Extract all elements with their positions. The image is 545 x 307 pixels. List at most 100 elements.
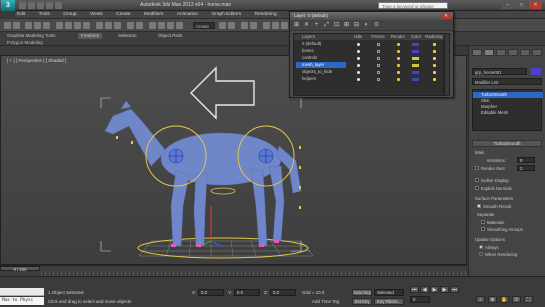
layer-hide-toggle[interactable] xyxy=(357,71,360,74)
column-hide[interactable]: Hide xyxy=(348,34,368,40)
object-color-swatch[interactable] xyxy=(531,68,541,75)
layer-radiosity-toggle[interactable] xyxy=(433,77,436,81)
key-mode-dropdown[interactable]: Selected xyxy=(374,289,404,296)
select-move-icon[interactable] xyxy=(96,22,103,29)
open-file-icon[interactable] xyxy=(28,2,35,9)
snap-toggle-icon[interactable] xyxy=(149,22,156,29)
z-coordinate-field[interactable]: 0.0 xyxy=(270,289,296,296)
new-file-icon[interactable] xyxy=(19,2,26,9)
unlink-icon[interactable] xyxy=(34,22,41,29)
layer-row[interactable]: controls xyxy=(294,55,445,61)
select-object-icon[interactable] xyxy=(56,22,63,29)
horse-mesh[interactable] xyxy=(104,100,302,247)
column-layers[interactable]: Layers xyxy=(296,34,346,40)
layer-radiosity-toggle[interactable] xyxy=(433,63,436,67)
utilities-tab-icon[interactable] xyxy=(532,49,542,56)
go-to-start-icon[interactable]: ⏮ xyxy=(410,286,419,293)
layer-row[interactable]: 0 (default) xyxy=(294,41,445,47)
pan-view-icon[interactable]: ✋ xyxy=(500,296,509,303)
layer-row[interactable]: helpers xyxy=(294,76,445,82)
tab-freeform[interactable]: Freeform xyxy=(78,33,103,39)
close-button[interactable]: ✕ xyxy=(529,1,542,9)
stack-item-editable-mesh[interactable]: Editable Mesh xyxy=(473,110,543,116)
save-file-icon[interactable] xyxy=(37,2,44,9)
layer-color-swatch[interactable] xyxy=(412,56,419,60)
highlight-selected-icon[interactable]: ⊡ xyxy=(333,22,340,29)
modifier-list-dropdown[interactable]: Modifier List xyxy=(472,78,542,85)
add-time-tag-button[interactable]: Add Time Tag xyxy=(312,299,339,304)
layer-render-toggle[interactable] xyxy=(397,42,400,46)
layer-render-toggle[interactable] xyxy=(397,70,400,74)
layer-radiosity-toggle[interactable] xyxy=(433,56,436,60)
when-rendering-radio[interactable] xyxy=(479,252,483,256)
layer-color-swatch[interactable] xyxy=(412,63,419,67)
search-input[interactable]: Type a keyword or phrase xyxy=(378,2,448,9)
select-highlighted-icon[interactable]: ⤢ xyxy=(323,22,330,29)
add-to-layer-icon[interactable]: + xyxy=(313,22,320,29)
manipulate-icon[interactable] xyxy=(136,22,143,29)
layer-properties-icon[interactable]: ◐ xyxy=(363,22,370,29)
render-iters-spinner[interactable]: 2 xyxy=(517,165,535,171)
orbit-icon[interactable]: ⟳ xyxy=(512,296,521,303)
menu-modifiers[interactable]: Modifiers xyxy=(144,11,163,19)
menu-create[interactable]: Create xyxy=(116,11,130,19)
layer-freeze-toggle[interactable] xyxy=(377,42,380,46)
redo-toolbar-icon[interactable] xyxy=(13,22,20,29)
direction-arrow-control[interactable] xyxy=(190,66,255,120)
layer-color-swatch[interactable] xyxy=(412,49,419,53)
layer-row[interactable]: bones xyxy=(294,48,445,54)
menu-group[interactable]: Group xyxy=(63,11,76,19)
go-to-end-icon[interactable]: ⏭ xyxy=(450,286,459,293)
isoline-display-checkbox[interactable] xyxy=(475,178,479,182)
layer-name[interactable]: mesh_layer xyxy=(296,62,346,68)
layer-radiosity-toggle[interactable] xyxy=(433,42,436,46)
auto-key-button[interactable]: Auto Key xyxy=(352,289,372,296)
align-icon[interactable] xyxy=(228,22,235,29)
layer-render-toggle[interactable] xyxy=(397,77,400,81)
smoothing-groups-checkbox[interactable] xyxy=(481,227,485,231)
tab-object-paint[interactable]: Object Paint xyxy=(155,33,186,39)
maximize-button[interactable]: □ xyxy=(515,1,528,9)
turbosmooth-rollout-header[interactable]: TurboSmooth xyxy=(472,140,542,147)
time-slider[interactable]: 0 / 100 xyxy=(0,266,40,272)
menu-rendering[interactable]: Rendering xyxy=(255,11,277,19)
hide-all-layers-icon[interactable]: ⊞ xyxy=(343,22,350,29)
layer-name[interactable]: helpers xyxy=(296,76,346,82)
undo-toolbar-icon[interactable] xyxy=(4,22,11,29)
link-icon[interactable] xyxy=(25,22,32,29)
layer-hide-toggle[interactable] xyxy=(357,50,360,53)
column-freeze[interactable]: Freeze xyxy=(368,34,388,40)
layer-radiosity-toggle[interactable] xyxy=(433,70,436,74)
layer-row[interactable]: mesh_layer xyxy=(294,62,445,68)
zoom-icon[interactable]: ⌕ xyxy=(476,296,485,303)
layer-render-toggle[interactable] xyxy=(397,56,400,60)
layer-hide-toggle[interactable] xyxy=(357,64,360,67)
window-crossing-icon[interactable] xyxy=(83,22,90,29)
tab-graphite-modeling-tools[interactable]: Graphite Modeling Tools xyxy=(4,33,58,39)
modify-tab-icon[interactable] xyxy=(484,49,494,56)
select-by-name-icon[interactable] xyxy=(65,22,72,29)
spinner-snap-icon[interactable] xyxy=(176,22,183,29)
graphite-toggle-icon[interactable] xyxy=(250,22,257,29)
layer-render-toggle[interactable] xyxy=(397,63,400,67)
undo-icon[interactable] xyxy=(46,2,53,9)
menu-animation[interactable]: Animation xyxy=(177,11,198,19)
minimize-button[interactable]: – xyxy=(501,1,514,9)
layer-color-swatch[interactable] xyxy=(412,77,419,81)
layer-hide-toggle[interactable] xyxy=(357,78,360,81)
render-iters-checkbox[interactable] xyxy=(475,166,479,170)
always-radio[interactable] xyxy=(479,245,483,249)
motion-tab-icon[interactable] xyxy=(508,49,518,56)
layer-name[interactable]: controls xyxy=(296,55,346,61)
maxscript-listener-input[interactable]: Max to Physc xyxy=(0,297,44,305)
column-render[interactable]: Render xyxy=(388,34,408,40)
freeze-all-layers-icon[interactable]: ⊟ xyxy=(353,22,360,29)
material-editor-icon[interactable] xyxy=(281,22,288,29)
layer-hide-toggle[interactable] xyxy=(357,57,360,60)
layer-color-swatch[interactable] xyxy=(412,42,419,46)
layer-radiosity-toggle[interactable] xyxy=(433,49,436,53)
x-coordinate-field[interactable]: 0.0 xyxy=(198,289,224,296)
create-tab-icon[interactable] xyxy=(472,49,482,56)
y-coordinate-field[interactable]: 0.0 xyxy=(234,289,260,296)
column-radiosity[interactable]: Radiosity xyxy=(424,34,444,40)
